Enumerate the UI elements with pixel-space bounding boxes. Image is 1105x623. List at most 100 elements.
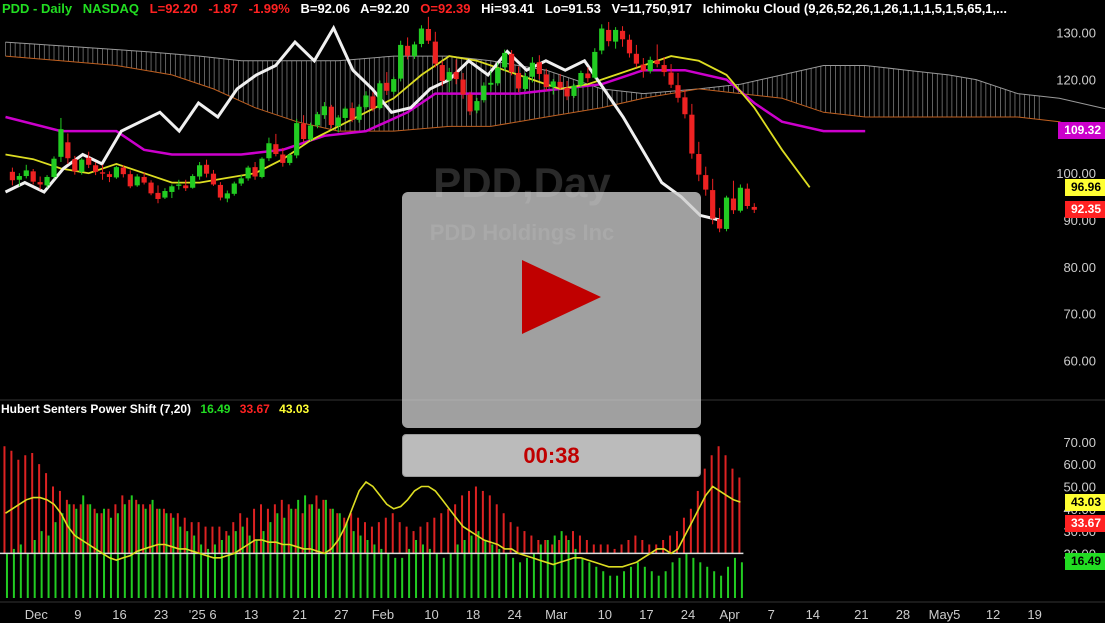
price-tick-label: 70.00 <box>1063 307 1096 322</box>
x-tick-label: 17 <box>639 607 653 622</box>
indicator-value-tag: 16.49 <box>1064 553 1105 571</box>
kijun-line <box>5 68 866 156</box>
candle-body <box>113 167 119 178</box>
price-tick-label: 130.00 <box>1056 26 1096 41</box>
candle-body <box>509 53 515 73</box>
candle-body <box>301 123 307 140</box>
candle-body <box>99 172 106 174</box>
chart-window: PDD,DayPDD Holdings Inc130.00120.00110.0… <box>0 0 1105 623</box>
candle-body <box>86 157 92 165</box>
x-tick-label: 16 <box>112 607 126 622</box>
candle-body <box>287 154 293 163</box>
candle-body <box>730 198 737 211</box>
candle-body <box>141 176 147 183</box>
x-tick-label: Dec <box>25 607 49 622</box>
candle-body <box>44 176 50 186</box>
candle-body <box>675 85 681 98</box>
tenkan-line <box>5 55 811 188</box>
candle-body <box>488 82 494 85</box>
video-overlay[interactable] <box>402 192 701 428</box>
candle-body <box>668 72 674 85</box>
candle-body <box>238 178 244 184</box>
candle-body <box>93 165 99 172</box>
candle-body <box>536 62 542 74</box>
candle-body <box>65 142 71 159</box>
candle-body <box>169 186 175 192</box>
candle-body <box>335 117 341 126</box>
candle-body <box>543 74 549 88</box>
candle-body <box>210 173 217 185</box>
play-icon[interactable] <box>522 260 601 334</box>
x-tick-label: 23 <box>154 607 168 622</box>
candle-body <box>349 108 355 120</box>
candle-body <box>370 96 376 109</box>
price-tick-label: 120.00 <box>1056 73 1096 88</box>
candle-body <box>633 53 639 64</box>
candle-body <box>328 106 334 125</box>
exchange-label: NASDAQ <box>82 1 140 16</box>
candle-body <box>363 95 369 108</box>
candle-body <box>515 73 522 89</box>
study-label: Ichimoku Cloud (9,26,52,26,1,26,1,1,1,5,… <box>702 1 1007 16</box>
price-tick-label: 60.00 <box>1063 354 1096 369</box>
candle-body <box>578 73 584 86</box>
candle-body <box>661 65 667 73</box>
indicator-tick-label: 60.00 <box>1063 457 1096 472</box>
x-tick-label: 13 <box>244 607 258 622</box>
candle-body <box>134 176 140 186</box>
candle-body <box>592 51 598 78</box>
candle-body <box>703 175 709 190</box>
indicator-value-red: 33.67 <box>239 402 270 416</box>
price-change: -1.87 <box>208 1 239 16</box>
x-tick-label: 18 <box>466 607 480 622</box>
candle-body <box>654 60 660 65</box>
candle-body <box>384 82 390 91</box>
candle-body <box>162 191 168 198</box>
candle-body <box>252 167 258 177</box>
candle-body <box>294 123 300 156</box>
candle-body <box>453 72 459 80</box>
ask-price: A=92.20 <box>360 1 410 16</box>
x-tick-label: 27 <box>334 607 348 622</box>
candle-body <box>307 125 314 140</box>
x-tick-label: 24 <box>507 607 521 622</box>
last-price: L=92.20 <box>149 1 198 16</box>
candle-body <box>522 76 529 89</box>
chart-header: PDD - Daily NASDAQ L=92.20 -1.87 -1.99% … <box>2 1 1014 16</box>
candle-body <box>9 171 15 181</box>
x-tick-label: 21 <box>854 607 868 622</box>
candle-body <box>79 159 85 172</box>
bid-price: B=92.06 <box>300 1 350 16</box>
candle-body <box>51 158 57 177</box>
candle-body <box>259 158 265 177</box>
x-tick-label: 28 <box>896 607 910 622</box>
candle-body <box>273 144 279 155</box>
high-price: Hi=93.41 <box>481 1 535 16</box>
candle-body <box>148 182 154 194</box>
candle-body <box>557 81 563 88</box>
candle-body <box>751 206 757 210</box>
indicator-value-tag: 43.03 <box>1064 494 1105 511</box>
x-tick-label: 24 <box>681 607 695 622</box>
candle-body <box>58 129 64 157</box>
candle-body <box>23 170 29 177</box>
candle-body <box>190 176 196 188</box>
x-tick-label: 12 <box>986 607 1000 622</box>
candle-body <box>723 197 730 229</box>
candle-body <box>599 28 605 51</box>
candle-body <box>647 59 653 72</box>
price-tick-label: 80.00 <box>1063 260 1096 275</box>
candle-body <box>439 65 445 81</box>
candle-body <box>16 176 22 180</box>
candle-body <box>224 193 230 199</box>
indicator-value-yellow: 43.03 <box>279 402 310 416</box>
price-change-pct: -1.99% <box>248 1 290 16</box>
indicator-tick-label: 50.00 <box>1063 479 1096 494</box>
candle-body <box>744 188 750 206</box>
candle-body <box>717 219 723 229</box>
x-tick-label: 10 <box>598 607 612 622</box>
candle-body <box>398 44 404 79</box>
candle-body <box>356 106 362 120</box>
candle-body <box>626 39 633 54</box>
candle-body <box>619 30 626 40</box>
